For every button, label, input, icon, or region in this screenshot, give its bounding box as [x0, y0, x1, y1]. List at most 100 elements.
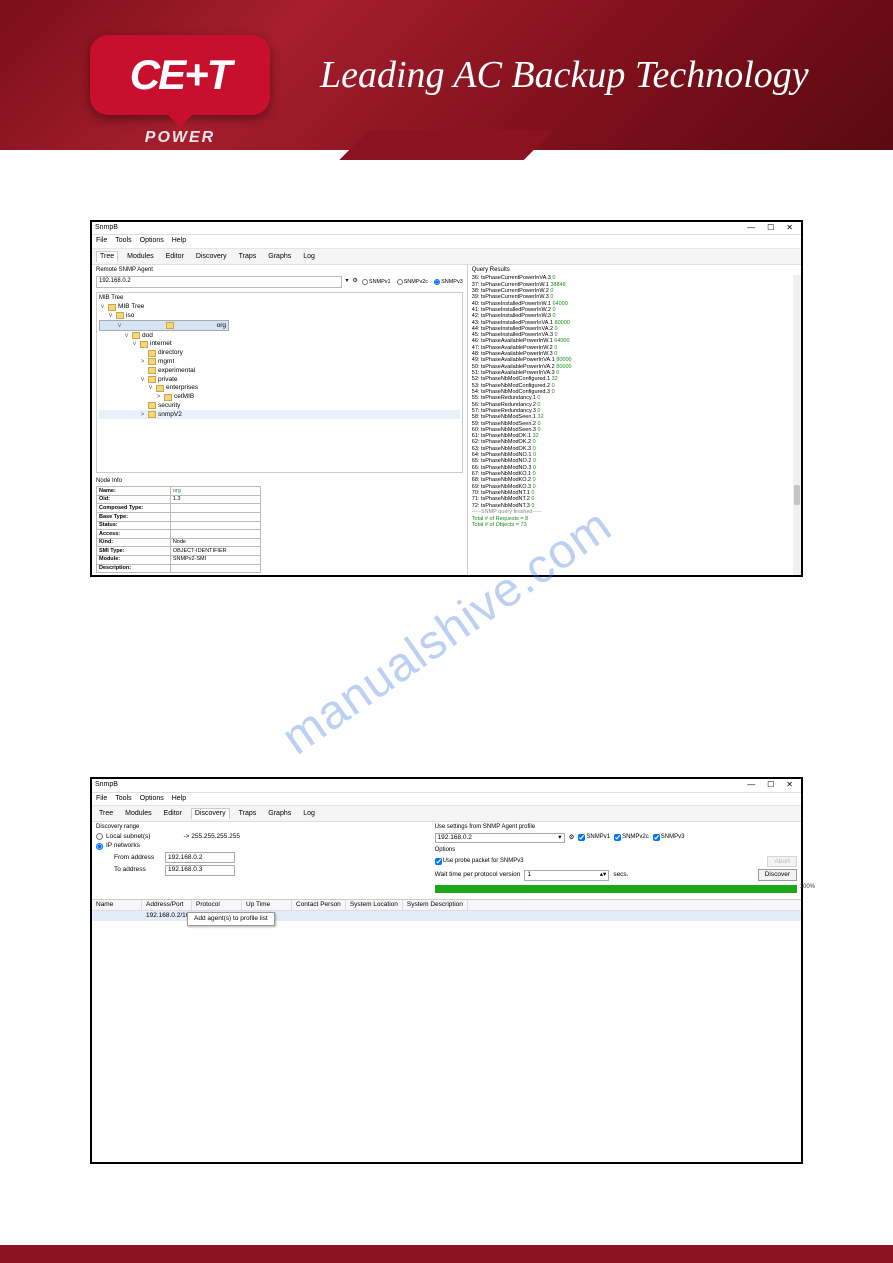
- to-input[interactable]: 192.168.0.3: [165, 865, 235, 876]
- settings-icon[interactable]: ⚙: [569, 834, 575, 842]
- tabbar: Tree Modules Editor Discovery Traps Graphs Log: [92, 806, 801, 822]
- check-snmpv2c[interactable]: SNMPv2c: [614, 834, 649, 841]
- tree-node-cetmib[interactable]: >cetMIB: [99, 393, 460, 402]
- nodeinfo-table: Name:orgOid:1.3Composed Type:Base Type:S…: [96, 486, 261, 573]
- wait-unit: secs.: [613, 871, 628, 879]
- tree-node-internet[interactable]: vinternet: [99, 340, 460, 349]
- tab-tree[interactable]: Tree: [96, 251, 118, 262]
- logo-triangle-icon: [166, 113, 194, 127]
- proto-snmpv2c[interactable]: SNMPv2c: [397, 279, 428, 286]
- menu-help[interactable]: Help: [172, 237, 186, 244]
- from-input[interactable]: 192.168.0.2: [165, 852, 235, 863]
- close-icon[interactable]: ✕: [781, 780, 798, 789]
- tab-modules[interactable]: Modules: [122, 809, 154, 819]
- info-value: SNMPv2-SMI: [170, 555, 260, 564]
- col-header[interactable]: Contact Person: [292, 900, 346, 910]
- col-header[interactable]: Protocol: [192, 900, 242, 910]
- tree-node-snmpv2[interactable]: >snmpV2: [99, 410, 460, 419]
- menu-help[interactable]: Help: [172, 795, 186, 802]
- folder-icon: [148, 358, 156, 365]
- logo-subtext: POWER: [145, 129, 215, 147]
- menu-options[interactable]: Options: [140, 795, 164, 802]
- col-header[interactable]: Name: [92, 900, 142, 910]
- menu-tools[interactable]: Tools: [115, 795, 131, 802]
- tagline: Leading AC Backup Technology: [320, 53, 809, 97]
- query-end: -----SNMP query finished-----: [472, 509, 797, 516]
- probe-label: Use probe packet for SNMPv3: [443, 858, 524, 865]
- to-label: To address: [114, 866, 159, 874]
- folder-icon: [166, 322, 174, 329]
- tree-node-mgmt[interactable]: >mgmt: [99, 358, 460, 367]
- maximize-icon[interactable]: ☐: [762, 223, 779, 232]
- tab-log[interactable]: Log: [300, 809, 318, 819]
- info-value: org: [170, 487, 260, 496]
- tree-node-iso[interactable]: viso: [99, 312, 460, 321]
- tab-traps[interactable]: Traps: [236, 252, 260, 262]
- tree-node-experimental[interactable]: experimental: [99, 366, 460, 375]
- scrollbar[interactable]: [793, 275, 801, 575]
- check-snmpv3[interactable]: SNMPv3: [653, 834, 685, 841]
- maximize-icon[interactable]: ☐: [762, 780, 779, 789]
- info-key: Description:: [97, 564, 171, 573]
- dropdown-icon[interactable]: ▾: [346, 278, 349, 285]
- tab-modules[interactable]: Modules: [124, 252, 156, 262]
- tree-node-private[interactable]: vprivate: [99, 375, 460, 384]
- screenshot-1: SnmpB — ☐ ✕ FileToolsOptionsHelp TreeMod…: [90, 220, 803, 577]
- menu-options[interactable]: Options: [140, 237, 164, 244]
- tab-discovery[interactable]: Discovery: [191, 808, 230, 819]
- proto-snmpv1[interactable]: SNMPv1: [362, 279, 391, 286]
- wait-input[interactable]: 1▴▾: [524, 870, 609, 881]
- local-subnet-radio[interactable]: [96, 833, 103, 840]
- col-header[interactable]: System Description: [403, 900, 468, 910]
- window-controls: — ☐ ✕: [742, 780, 798, 790]
- spinner-icon: ▴▾: [600, 871, 607, 879]
- tab-editor[interactable]: Editor: [161, 809, 185, 819]
- tab-tree[interactable]: Tree: [96, 809, 116, 819]
- col-header[interactable]: Address/Port: [142, 900, 192, 910]
- menu-tools[interactable]: Tools: [115, 237, 131, 244]
- ip-networks-radio[interactable]: [96, 843, 103, 850]
- minimize-icon[interactable]: —: [742, 223, 760, 232]
- tab-log[interactable]: Log: [300, 252, 318, 262]
- tree-node-org[interactable]: vorg: [99, 320, 229, 331]
- window-controls: — ☐ ✕: [742, 223, 798, 233]
- abort-button[interactable]: Abort: [767, 856, 797, 868]
- chevron-down-icon: ▾: [558, 834, 561, 842]
- check-snmpv1[interactable]: SNMPv1: [578, 834, 610, 841]
- menu-file[interactable]: File: [96, 237, 107, 244]
- info-key: Oid:: [97, 495, 171, 504]
- settings-icon[interactable]: ⚙: [353, 278, 358, 285]
- range-label: Discovery range: [96, 824, 431, 831]
- info-value: [170, 564, 260, 573]
- tab-graphs[interactable]: Graphs: [265, 809, 294, 819]
- context-menu[interactable]: Add agent(s) to profile list: [187, 912, 275, 926]
- probe-checkbox[interactable]: [435, 858, 442, 865]
- tab-editor[interactable]: Editor: [163, 252, 187, 262]
- col-header[interactable]: Up Time: [242, 900, 292, 910]
- menubar: File Tools Options Help: [92, 235, 801, 248]
- proto-snmpv3[interactable]: SNMPv3: [434, 279, 463, 286]
- profile-label: Use settings from SNMP Agent profile: [435, 824, 797, 831]
- tree-node-dod[interactable]: vdod: [99, 331, 460, 340]
- local-subnet-label: Local subnet(s): [106, 833, 150, 841]
- info-value: Node: [170, 538, 260, 547]
- discover-button[interactable]: Discover: [758, 869, 797, 881]
- profile-select[interactable]: 192.168.0.2▾: [435, 833, 565, 844]
- menubar: File Tools Options Help: [92, 793, 801, 806]
- minimize-icon[interactable]: —: [742, 780, 760, 789]
- tree-node-mib tree[interactable]: vMIB Tree: [99, 303, 460, 312]
- tab-discovery[interactable]: Discovery: [193, 252, 230, 262]
- nodeinfo-label: Node Info: [96, 477, 463, 486]
- col-header[interactable]: System Location: [346, 900, 403, 910]
- tab-graphs[interactable]: Graphs: [265, 252, 294, 262]
- close-icon[interactable]: ✕: [781, 223, 798, 232]
- ip-networks-label: IP networks: [106, 842, 140, 850]
- folder-icon: [148, 376, 156, 383]
- tree-node-directory[interactable]: directory: [99, 349, 460, 358]
- menu-file[interactable]: File: [96, 795, 107, 802]
- folder-icon: [148, 402, 156, 409]
- tree-node-security[interactable]: security: [99, 402, 460, 411]
- agent-input[interactable]: 192.168.0.2: [96, 276, 342, 287]
- tab-traps[interactable]: Traps: [236, 809, 260, 819]
- tree-node-enterprises[interactable]: venterprises: [99, 384, 460, 393]
